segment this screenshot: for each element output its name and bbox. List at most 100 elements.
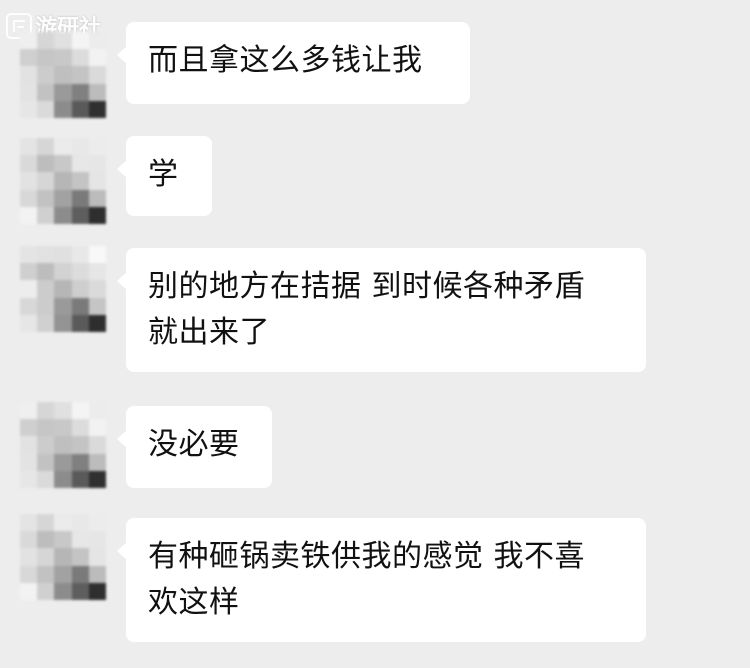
- avatar-mosaic-tile: [88, 582, 106, 600]
- avatar-mosaic-tile: [20, 548, 38, 566]
- avatar-mosaic-tile: [54, 565, 72, 583]
- avatar-mosaic-tile: [54, 189, 72, 207]
- message-bubble[interactable]: 而且拿这么多钱让我: [117, 22, 470, 104]
- avatar-mosaic-tile: [54, 436, 72, 454]
- avatar-mosaic-tile: [71, 49, 89, 67]
- avatar-mosaic-tile: [71, 155, 89, 173]
- avatar-mosaic-tile: [37, 138, 55, 156]
- avatar-mosaic-tile: [54, 514, 72, 532]
- avatar-mosaic-tile: [54, 172, 72, 190]
- avatar-mosaic-tile: [88, 49, 106, 67]
- avatar-mosaic-tile: [54, 246, 72, 264]
- avatar-mosaic-tile: [54, 548, 72, 566]
- message-text: 学: [148, 157, 179, 192]
- avatar-mosaic-tile: [54, 419, 72, 437]
- avatar-mosaic-tile: [71, 470, 89, 488]
- avatar[interactable]: [20, 514, 106, 600]
- message-bubble[interactable]: 没必要: [117, 406, 272, 488]
- avatar-mosaic-tile: [20, 100, 38, 118]
- avatar-mosaic-tile: [54, 100, 72, 118]
- avatar-mosaic-tile: [71, 172, 89, 190]
- avatar[interactable]: [20, 32, 106, 118]
- avatar-mosaic-tile: [54, 402, 72, 420]
- avatar-mosaic-tile: [20, 453, 38, 471]
- avatar-mosaic-tile: [88, 531, 106, 549]
- avatar-mosaic-tile: [37, 514, 55, 532]
- avatar-mosaic-tile: [71, 100, 89, 118]
- message-bubble[interactable]: 学: [117, 136, 212, 216]
- avatar-mosaic-tile: [37, 402, 55, 420]
- avatar-mosaic-tile: [88, 138, 106, 156]
- avatar-mosaic-tile: [20, 565, 38, 583]
- avatar-mosaic-tile: [88, 206, 106, 224]
- avatar-mosaic-tile: [37, 83, 55, 101]
- avatar-mosaic-tile: [88, 565, 106, 583]
- avatar-mosaic-tile: [71, 32, 89, 50]
- avatar[interactable]: [20, 246, 106, 332]
- avatar-mosaic-tile: [71, 83, 89, 101]
- avatar-mosaic-tile: [20, 172, 38, 190]
- avatar-mosaic-tile: [71, 419, 89, 437]
- avatar-mosaic-tile: [88, 66, 106, 84]
- message-text: 别的地方在拮据 到时候各种矛盾: [148, 269, 586, 304]
- avatar-mosaic-tile: [20, 297, 38, 315]
- avatar-mosaic-tile: [20, 263, 38, 281]
- avatar-mosaic-tile: [54, 297, 72, 315]
- avatar-mosaic-tile: [37, 66, 55, 84]
- avatar[interactable]: [20, 138, 106, 224]
- avatar-mosaic-tile: [20, 246, 38, 264]
- avatar-mosaic-tile: [37, 246, 55, 264]
- avatar-mosaic-tile: [54, 66, 72, 84]
- avatar-mosaic-tile: [88, 297, 106, 315]
- message-text: 有种砸锅卖铁供我的感觉 我不喜: [148, 539, 586, 574]
- avatar-mosaic-tile: [71, 402, 89, 420]
- avatar-mosaic-tile: [54, 138, 72, 156]
- avatar-mosaic-tile: [20, 138, 38, 156]
- avatar-mosaic-tile: [37, 453, 55, 471]
- avatar-mosaic-tile: [37, 155, 55, 173]
- avatar-mosaic-tile: [88, 314, 106, 332]
- avatar-mosaic-tile: [37, 49, 55, 67]
- avatar-mosaic-tile: [20, 419, 38, 437]
- avatar-mosaic-tile: [37, 297, 55, 315]
- avatar-mosaic-tile: [71, 548, 89, 566]
- avatar[interactable]: [20, 402, 106, 488]
- avatar-mosaic-tile: [54, 206, 72, 224]
- avatar-mosaic-tile: [88, 263, 106, 281]
- avatar-mosaic-tile: [71, 206, 89, 224]
- message-text: 欢这样: [148, 585, 240, 620]
- avatar-mosaic-tile: [71, 531, 89, 549]
- avatar-mosaic-tile: [88, 189, 106, 207]
- message-bubble[interactable]: 别的地方在拮据 到时候各种矛盾 就出来了: [117, 248, 646, 372]
- avatar-mosaic-tile: [20, 514, 38, 532]
- avatar-mosaic-tile: [37, 531, 55, 549]
- avatar-mosaic-tile: [20, 189, 38, 207]
- avatar-mosaic-tile: [37, 263, 55, 281]
- avatar-mosaic-tile: [88, 246, 106, 264]
- avatar-mosaic-tile: [88, 32, 106, 50]
- avatar-mosaic-tile: [71, 189, 89, 207]
- avatar-mosaic-tile: [88, 514, 106, 532]
- avatar-mosaic-tile: [88, 280, 106, 298]
- message-text: 就出来了: [148, 315, 270, 350]
- avatar-mosaic-tile: [37, 206, 55, 224]
- avatar-mosaic-tile: [37, 436, 55, 454]
- avatar-mosaic-tile: [71, 66, 89, 84]
- avatar-mosaic-tile: [88, 100, 106, 118]
- avatar-mosaic-tile: [37, 548, 55, 566]
- avatar-mosaic-tile: [54, 582, 72, 600]
- avatar-mosaic-tile: [54, 32, 72, 50]
- message-bubble[interactable]: 有种砸锅卖铁供我的感觉 我不喜 欢这样: [117, 518, 646, 642]
- avatar-mosaic-tile: [37, 470, 55, 488]
- avatar-mosaic-tile: [71, 138, 89, 156]
- avatar-mosaic-tile: [37, 582, 55, 600]
- avatar-mosaic-tile: [88, 155, 106, 173]
- avatar-mosaic-tile: [37, 419, 55, 437]
- avatar-mosaic-tile: [71, 263, 89, 281]
- avatar-mosaic-tile: [71, 436, 89, 454]
- avatar-mosaic-tile: [54, 531, 72, 549]
- avatar-mosaic-tile: [20, 470, 38, 488]
- avatar-mosaic-tile: [88, 548, 106, 566]
- avatar-mosaic-tile: [37, 314, 55, 332]
- avatar-mosaic-tile: [37, 189, 55, 207]
